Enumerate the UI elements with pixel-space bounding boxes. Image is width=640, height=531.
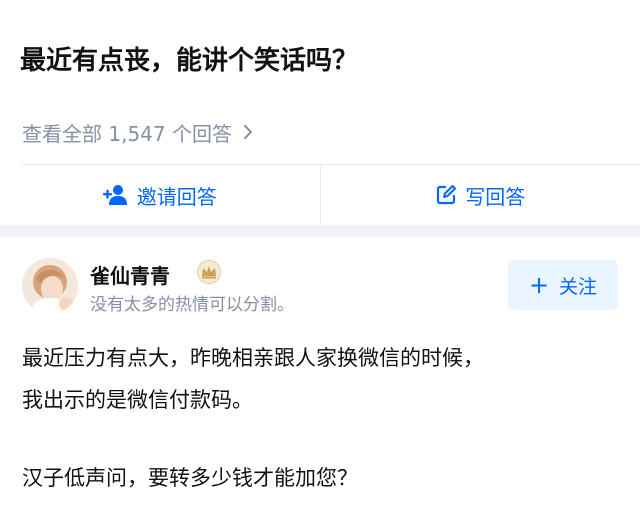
avatar[interactable] [22, 258, 78, 314]
invite-answer-label: 邀请回答 [136, 184, 217, 209]
answer-content[interactable]: 最近压力有点大，昨晚相亲跟人家换微信的时候， 我出示的是微信付款码。 汉子低声问… [22, 337, 618, 499]
chevron-right-icon [242, 123, 254, 141]
invite-answer-button[interactable]: 邀请回答 [0, 165, 320, 225]
edit-icon [437, 185, 457, 205]
answer-page: 最近有点丧，能讲个笑话吗？ 查看全部 1,547 个回答 邀请回答 写回答 雀仙… [0, 0, 640, 531]
action-bar: 邀请回答 写回答 [0, 165, 640, 225]
author-name[interactable]: 雀仙青青 [90, 260, 170, 289]
follow-label: 关注 [559, 275, 598, 298]
write-answer-label: 写回答 [465, 184, 526, 209]
view-all-answers-link[interactable]: 查看全部 1,547 个回答 [22, 118, 254, 146]
follow-button[interactable]: + 关注 [508, 260, 618, 310]
write-answer-button[interactable]: 写回答 [321, 165, 640, 225]
view-all-label: 查看全部 1,547 个回答 [22, 121, 232, 146]
add-person-icon [102, 185, 127, 205]
section-gap [0, 225, 640, 237]
answer-paragraph: 最近压力有点大，昨晚相亲跟人家换微信的时候， [22, 346, 484, 370]
author-row: 雀仙青青 没有太多的热情可以分割。 + 关注 [22, 258, 618, 315]
answer-paragraph: 我出示的是微信付款码。 [22, 388, 253, 412]
answer-paragraph: 汉子低声问，要转多少钱才能加您？ [22, 466, 358, 490]
crown-icon [197, 260, 221, 284]
question-title[interactable]: 最近有点丧，能讲个笑话吗？ [20, 40, 358, 77]
author-bio: 没有太多的热情可以分割。 [90, 295, 294, 315]
plus-icon: + [528, 271, 550, 299]
